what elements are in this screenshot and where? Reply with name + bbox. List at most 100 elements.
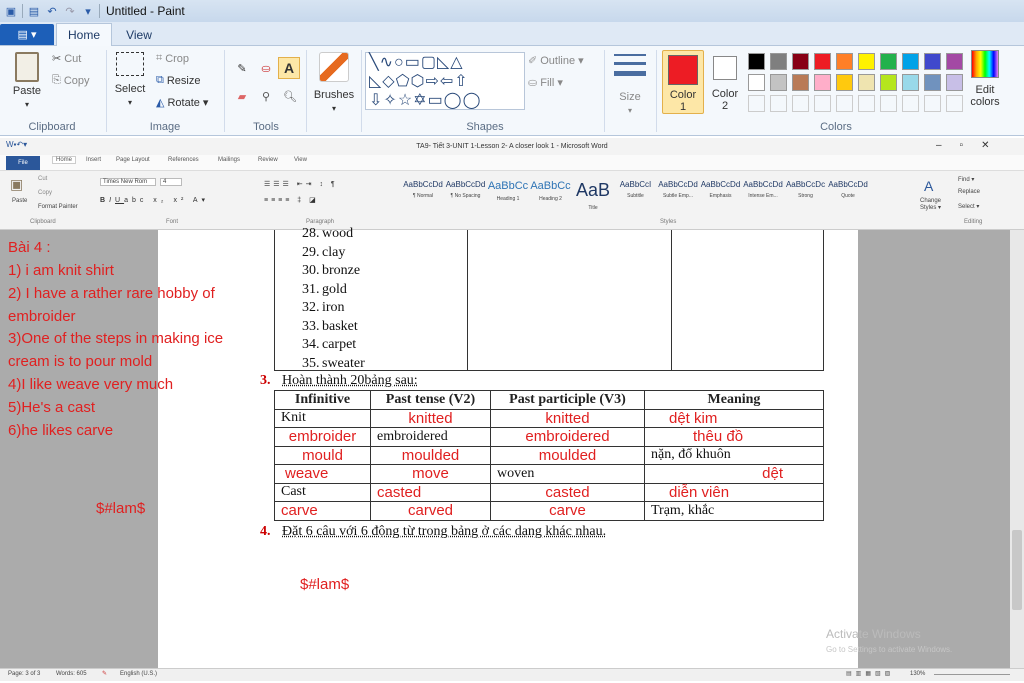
color2-button[interactable]: Color 2 xyxy=(706,50,744,114)
palette-swatch-empty[interactable] xyxy=(924,95,941,112)
outline-button[interactable]: ✐ Outline ▾ xyxy=(528,54,584,67)
word-style-item[interactable]: AaB Title xyxy=(572,180,614,211)
word-align-icons[interactable]: ≡≡≡≡ ‡ ◪ xyxy=(264,196,319,204)
word-font-formatting-icons[interactable]: BIUabc x₂ x² A▾ xyxy=(100,196,209,204)
word-tab-review[interactable]: Review xyxy=(258,157,278,163)
palette-swatch-empty[interactable] xyxy=(880,95,897,112)
word-paste-icon[interactable]: ▣ xyxy=(10,176,23,193)
palette-swatch-empty[interactable] xyxy=(748,95,765,112)
brushes-button[interactable]: Brushes ▾ xyxy=(312,52,356,113)
word-style-item[interactable]: AaBbCcDd Emphasis xyxy=(700,180,742,210)
word-tab-references[interactable]: References xyxy=(168,157,199,163)
word-find-button[interactable]: Find ▾ xyxy=(958,176,974,183)
word-font-size[interactable]: 4 xyxy=(160,178,182,186)
word-style-item[interactable]: AaBbCc Heading 2 xyxy=(530,180,572,210)
palette-swatch[interactable] xyxy=(924,53,941,70)
word-style-item[interactable]: AaBbCcDc Strong xyxy=(785,180,827,210)
text-tool-icon[interactable]: A xyxy=(278,57,300,79)
palette-swatch[interactable] xyxy=(814,53,831,70)
word-tab-file[interactable]: File xyxy=(6,156,40,170)
word-style-item[interactable]: AaBbCcDd Quote xyxy=(827,180,869,210)
crop-button[interactable]: ⌗ Crop xyxy=(156,52,189,65)
word-select-button[interactable]: Select ▾ xyxy=(958,203,979,210)
fill-bucket-icon[interactable]: ⛀ xyxy=(256,58,276,78)
palette-swatch-empty[interactable] xyxy=(902,95,919,112)
color-picker-icon[interactable]: ⚲ xyxy=(256,86,276,106)
palette-swatch-empty[interactable] xyxy=(792,95,809,112)
palette-swatch-empty[interactable] xyxy=(770,95,787,112)
pencil-icon[interactable]: ✎ xyxy=(232,58,252,78)
palette-swatch[interactable] xyxy=(902,53,919,70)
palette-swatch[interactable] xyxy=(770,74,787,91)
word-style-item[interactable]: AaBbCcDd ¶ No Spacing xyxy=(445,180,487,210)
window-controls[interactable]: –▫✕ xyxy=(936,140,1008,151)
palette-swatch[interactable] xyxy=(814,74,831,91)
tab-view[interactable]: View xyxy=(116,23,162,46)
palette-swatch[interactable] xyxy=(946,74,963,91)
word-tab-mailings[interactable]: Mailings xyxy=(218,157,240,163)
copy-button[interactable]: ⎘ Copy xyxy=(52,74,90,87)
zoom-slider[interactable] xyxy=(934,674,1010,683)
palette-swatch[interactable] xyxy=(880,53,897,70)
status-language[interactable]: English (U.S.) xyxy=(120,671,157,677)
palette-swatch-empty[interactable] xyxy=(836,95,853,112)
palette-swatch[interactable] xyxy=(792,74,809,91)
select-button[interactable]: Select ▾ xyxy=(114,52,146,107)
undo-icon[interactable]: ↶ xyxy=(45,4,59,18)
cut-button[interactable]: ✂ Cut xyxy=(52,52,81,66)
palette-swatch[interactable] xyxy=(836,74,853,91)
save-icon[interactable]: ▤ xyxy=(27,4,41,18)
word-style-item[interactable]: AaBbCcDd Intense Em... xyxy=(742,180,784,210)
view-mode-icons[interactable]: ▤▥▦▧▨ xyxy=(846,670,894,677)
scrollbar-thumb[interactable] xyxy=(1012,530,1022,610)
magnifier-icon[interactable]: 🔍︎ xyxy=(280,86,300,106)
paste-button[interactable]: Paste ▾ xyxy=(12,52,42,109)
word-copy[interactable]: Copy xyxy=(38,190,52,196)
fill-button[interactable]: ⛀ Fill ▾ xyxy=(528,76,563,89)
palette-swatch-empty[interactable] xyxy=(946,95,963,112)
proofing-icon[interactable]: ✎ xyxy=(102,670,107,677)
word-tab-page-layout[interactable]: Page Layout xyxy=(116,157,150,163)
word-replace-button[interactable]: Replace xyxy=(958,189,980,195)
palette-swatch-empty[interactable] xyxy=(814,95,831,112)
palette-swatch[interactable] xyxy=(792,53,809,70)
word-tab-insert[interactable]: Insert xyxy=(86,157,101,163)
word-tab-home[interactable]: Home xyxy=(52,156,77,164)
redo-icon[interactable]: ↷ xyxy=(63,4,77,18)
word-style-item[interactable]: AaBbCcI Subtitle xyxy=(615,180,657,210)
word-format-painter[interactable]: Format Painter xyxy=(38,204,78,210)
size-button[interactable]: Size ▾ xyxy=(612,54,648,115)
rotate-button[interactable]: ◭ Rotate ▾ xyxy=(156,96,208,109)
shapes-gallery[interactable]: ╲∿○▭▢◺△ ◺◇⬠⬡⇨⇦⇧ ⇩✧☆✡▭◯◯ xyxy=(365,52,525,110)
tab-home[interactable]: Home xyxy=(56,23,112,46)
palette-swatch[interactable] xyxy=(748,53,765,70)
change-styles-button[interactable]: Change Styles ▾ xyxy=(920,198,952,211)
palette-swatch[interactable] xyxy=(924,74,941,91)
word-tab-view[interactable]: View xyxy=(294,157,307,163)
palette-swatch[interactable] xyxy=(946,53,963,70)
change-styles-icon[interactable]: A xyxy=(924,178,933,194)
style-name: Subtle Emp... xyxy=(662,193,693,199)
color1-button[interactable]: Color 1 xyxy=(662,50,704,114)
palette-swatch[interactable] xyxy=(748,74,765,91)
word-style-item[interactable]: AaBbCcDd ¶ Normal xyxy=(402,180,444,210)
palette-swatch[interactable] xyxy=(836,53,853,70)
zoom-level[interactable]: 130% xyxy=(910,671,925,677)
paint-menu-button[interactable]: ▤ ▾ xyxy=(0,24,54,45)
resize-button[interactable]: ⧉ Resize xyxy=(156,74,200,87)
palette-swatch[interactable] xyxy=(770,53,787,70)
palette-swatch[interactable] xyxy=(902,74,919,91)
palette-swatch[interactable] xyxy=(858,53,875,70)
word-font-name[interactable]: Times New Rom xyxy=(100,178,156,186)
edit-colors-button[interactable]: Edit colors xyxy=(966,50,1004,116)
palette-swatch[interactable] xyxy=(858,74,875,91)
word-style-item[interactable]: AaBbCcDd Subtle Emp... xyxy=(657,180,699,210)
word-cut[interactable]: Cut xyxy=(38,176,47,182)
palette-swatch-empty[interactable] xyxy=(858,95,875,112)
vertical-scrollbar[interactable] xyxy=(1010,230,1024,668)
eraser-icon[interactable]: ▰ xyxy=(232,86,252,106)
quick-access-dropdown-icon[interactable]: ▾ xyxy=(81,4,95,18)
word-paragraph-icons[interactable]: ☰☰☰ ⇤⇥ ↕ ¶ xyxy=(264,180,338,188)
palette-swatch[interactable] xyxy=(880,74,897,91)
word-style-item[interactable]: AaBbCc Heading 1 xyxy=(487,180,529,210)
